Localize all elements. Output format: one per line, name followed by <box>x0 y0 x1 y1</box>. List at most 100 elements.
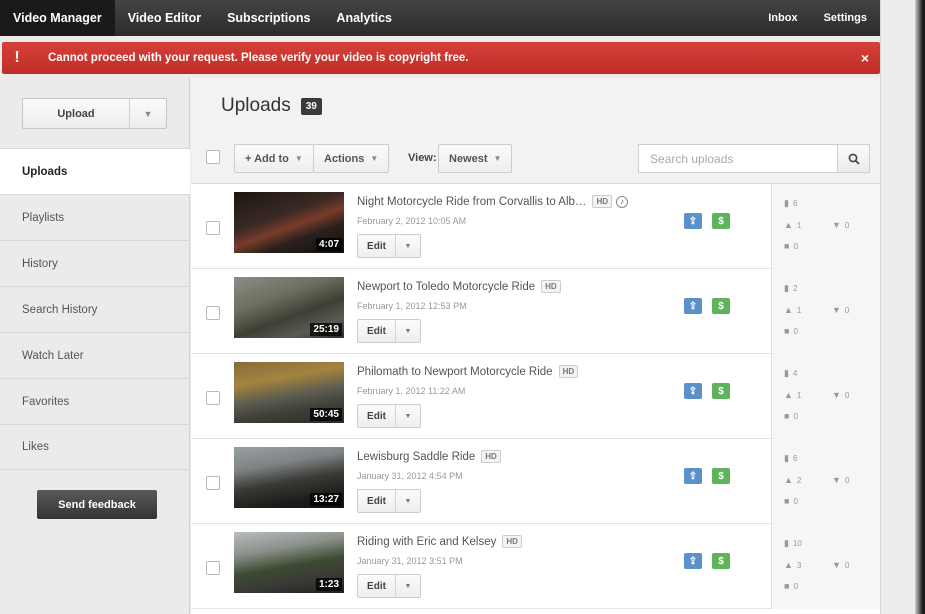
edit-button[interactable]: Edit ▼ <box>357 234 421 258</box>
sidebar-item-history[interactable]: History <box>0 240 190 286</box>
chevron-down-icon: ▼ <box>493 154 502 163</box>
select-all-checkbox[interactable] <box>206 150 220 164</box>
row-checkbox[interactable] <box>206 221 220 235</box>
sidebar-item-search-history[interactable]: Search History <box>0 286 190 332</box>
video-title[interactable]: Riding with Eric and Kelsey <box>357 536 496 548</box>
likes-count: 1 <box>796 390 802 400</box>
chevron-down-icon[interactable]: ▼ <box>396 490 420 512</box>
upload-count-badge: 39 <box>300 97 322 115</box>
close-icon[interactable]: × <box>850 50 880 66</box>
thumbs-up-icon: ▲ <box>784 220 793 230</box>
sidebar-item-favorites[interactable]: Favorites <box>0 378 190 424</box>
actions-button[interactable]: Actions ▼ <box>313 144 390 173</box>
dislikes-stat: ▼ 0 <box>832 305 849 315</box>
edit-label[interactable]: Edit <box>358 405 396 427</box>
upload-button[interactable]: Upload ▼ <box>22 98 167 129</box>
share-icon: ⇪ <box>684 213 702 229</box>
comments-count: 0 <box>793 496 798 506</box>
duration-label: 1:23 <box>315 578 342 591</box>
share-icon: ⇪ <box>684 468 702 484</box>
upload-label[interactable]: Upload <box>23 99 130 128</box>
comments-count: 0 <box>793 581 798 591</box>
add-to-button[interactable]: + Add to ▼ <box>234 144 314 173</box>
comments-stat: ■ 0 <box>784 411 798 421</box>
video-title-line: Riding with Eric and Kelsey HD <box>357 535 522 548</box>
monetize-icon: $ <box>712 553 730 569</box>
views-count: 2 <box>792 284 798 293</box>
thumbs-up-icon: ▲ <box>784 390 793 400</box>
video-title[interactable]: Night Motorcycle Ride from Corvallis to … <box>357 196 586 208</box>
sidebar-nav: Uploads Playlists History Search History… <box>0 148 190 470</box>
nav-settings[interactable]: Settings <box>811 0 880 36</box>
views-stat: ▮ 6 <box>784 453 797 464</box>
duration-label: 13:27 <box>310 493 342 506</box>
nav-subscriptions[interactable]: Subscriptions <box>214 0 323 36</box>
search-icon <box>848 153 860 165</box>
video-thumbnail[interactable]: 13:27 <box>234 447 344 508</box>
share-icon: ⇪ <box>684 383 702 399</box>
nav-inbox[interactable]: Inbox <box>755 0 810 36</box>
edit-button[interactable]: Edit ▼ <box>357 574 421 598</box>
dislikes-stat: ▼ 0 <box>832 560 849 570</box>
chevron-down-icon[interactable]: ▼ <box>396 575 420 597</box>
nav-video-editor[interactable]: Video Editor <box>115 0 214 36</box>
video-title[interactable]: Newport to Toledo Motorcycle Ride <box>357 281 535 293</box>
comments-count: 0 <box>793 326 798 336</box>
comment-icon: ■ <box>784 241 790 251</box>
video-row: 4:07 Night Motorcycle Ride from Corvalli… <box>191 184 880 269</box>
sidebar-item-playlists[interactable]: Playlists <box>0 194 190 240</box>
edit-button[interactable]: Edit ▼ <box>357 404 421 428</box>
view-sort-dropdown[interactable]: Newest ▼ <box>438 144 513 173</box>
video-title[interactable]: Philomath to Newport Motorcycle Ride <box>357 366 553 378</box>
thumbs-down-icon: ▼ <box>832 220 841 230</box>
window-edge <box>915 0 925 614</box>
search-button[interactable] <box>837 144 870 173</box>
chevron-down-icon: ▼ <box>370 154 379 163</box>
video-date: January 31, 2012 4:54 PM <box>357 471 463 481</box>
monetize-icon: $ <box>712 213 730 229</box>
chevron-down-icon[interactable]: ▼ <box>396 235 420 257</box>
sidebar-item-watch-later[interactable]: Watch Later <box>0 332 190 378</box>
page-title: Uploads <box>221 95 291 116</box>
hd-badge: HD <box>541 280 561 293</box>
share-icon: ⇪ <box>684 298 702 314</box>
chevron-down-icon[interactable]: ▼ <box>130 99 166 128</box>
likes-stat: ▲ 1 <box>784 220 801 230</box>
likes-count: 2 <box>796 475 802 485</box>
search-input[interactable]: Search uploads <box>638 144 838 173</box>
row-checkbox[interactable] <box>206 476 220 490</box>
sidebar-item-uploads[interactable]: Uploads <box>0 148 190 194</box>
likes-count: 1 <box>796 305 802 315</box>
row-checkbox[interactable] <box>206 391 220 405</box>
alert-message: Cannot proceed with your request. Please… <box>48 52 469 64</box>
video-title[interactable]: Lewisburg Saddle Ride <box>357 451 475 463</box>
row-checkbox[interactable] <box>206 306 220 320</box>
comment-icon: ■ <box>784 496 790 506</box>
likes-count: 3 <box>796 560 802 570</box>
video-thumbnail[interactable]: 4:07 <box>234 192 344 253</box>
edit-button[interactable]: Edit ▼ <box>357 489 421 513</box>
bar-chart-icon: ▮ <box>784 453 789 463</box>
row-checkbox[interactable] <box>206 561 220 575</box>
edit-button[interactable]: Edit ▼ <box>357 319 421 343</box>
duration-label: 50:45 <box>310 408 342 421</box>
edit-label[interactable]: Edit <box>358 575 396 597</box>
video-thumbnail[interactable]: 1:23 <box>234 532 344 593</box>
edit-label[interactable]: Edit <box>358 490 396 512</box>
thumbs-up-icon: ▲ <box>784 305 793 315</box>
chevron-down-icon[interactable]: ▼ <box>396 405 420 427</box>
sidebar-item-likes[interactable]: Likes <box>0 424 190 470</box>
edit-label[interactable]: Edit <box>358 235 396 257</box>
toolbar: + Add to ▼ Actions ▼ View: Newest ▼ Search … <box>191 134 880 184</box>
video-thumbnail[interactable]: 50:45 <box>234 362 344 423</box>
send-feedback-button[interactable]: Send feedback <box>37 490 157 519</box>
nav-video-manager[interactable]: Video Manager <box>0 0 115 36</box>
comments-stat: ■ 0 <box>784 326 798 336</box>
chevron-down-icon[interactable]: ▼ <box>396 320 420 342</box>
edit-label[interactable]: Edit <box>358 320 396 342</box>
nav-analytics[interactable]: Analytics <box>323 0 405 36</box>
thumbs-up-icon: ▲ <box>784 475 793 485</box>
dislikes-count: 0 <box>844 560 850 570</box>
video-thumbnail[interactable]: 25:19 <box>234 277 344 338</box>
video-title-line: Newport to Toledo Motorcycle Ride HD <box>357 280 561 293</box>
